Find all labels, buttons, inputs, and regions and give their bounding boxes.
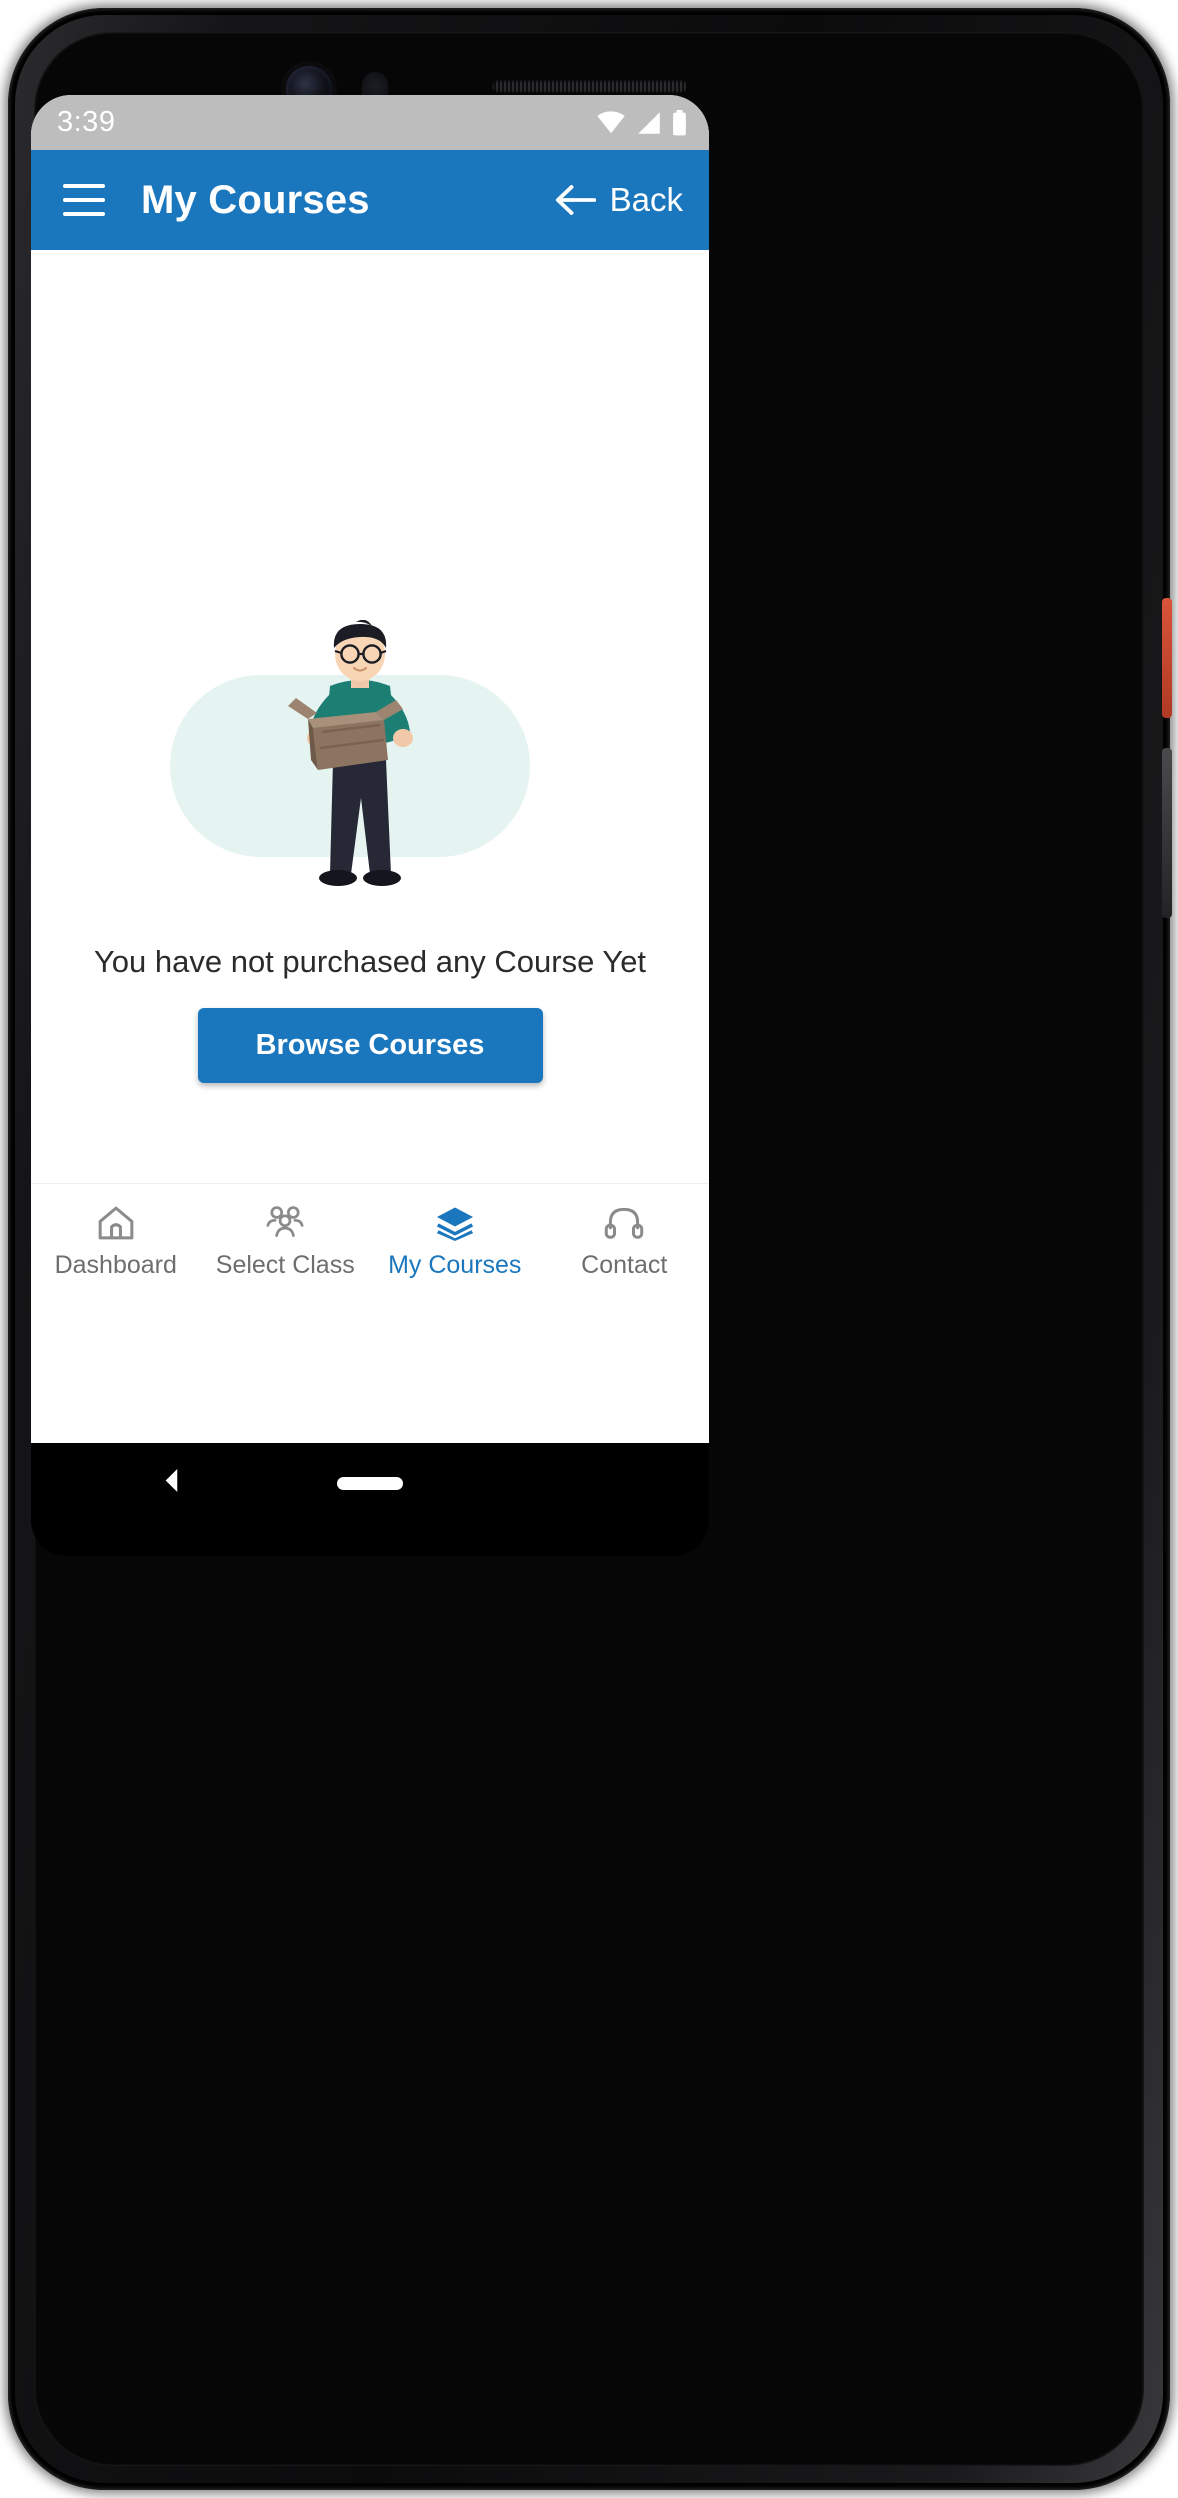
- battery-icon: [673, 109, 686, 135]
- main-content: You have not purchased any Course Yet Br…: [31, 250, 709, 1299]
- empty-state-message: You have not purchased any Course Yet: [93, 944, 647, 979]
- layers-icon: [434, 1204, 476, 1242]
- people-group-icon: [264, 1204, 306, 1242]
- back-button[interactable]: Back: [554, 181, 683, 219]
- app-bar: My Courses Back: [31, 150, 709, 250]
- home-icon: [95, 1204, 137, 1242]
- nav-label-select-class: Select Class: [215, 1250, 355, 1279]
- page-title: My Courses: [141, 177, 370, 222]
- volume-button[interactable]: [1162, 598, 1172, 718]
- screen-bottom-mask: [31, 1520, 709, 1556]
- phone-screen: 3:39 My Courses Back You have not purcha…: [31, 95, 709, 1443]
- nav-item-dashboard[interactable]: Dashboard: [31, 1184, 201, 1299]
- browse-courses-button[interactable]: Browse Courses: [197, 1008, 543, 1083]
- earpiece-speaker: [492, 80, 688, 93]
- status-bar: 3:39: [31, 95, 709, 150]
- home-pill-indicator[interactable]: [337, 1476, 403, 1490]
- wifi-icon: [597, 110, 625, 133]
- bottom-navigation-bar: Dashboard Select Class My Courses Contac…: [31, 1183, 709, 1299]
- nav-label-contact: Contact: [581, 1250, 668, 1279]
- cellular-signal-icon: [638, 111, 660, 134]
- arrow-left-icon: [555, 185, 596, 215]
- headset-icon: [603, 1204, 645, 1242]
- nav-item-my-courses[interactable]: My Courses: [370, 1184, 540, 1299]
- nav-label-dashboard: Dashboard: [54, 1250, 177, 1279]
- android-system-navigation: [31, 1443, 709, 1523]
- status-bar-icons: [596, 109, 687, 136]
- android-back-icon[interactable]: [161, 1467, 183, 1500]
- back-button-label: Back: [609, 181, 683, 218]
- nav-item-contact[interactable]: Contact: [540, 1184, 710, 1299]
- nav-label-my-courses: My Courses: [388, 1250, 522, 1279]
- nav-item-select-class[interactable]: Select Class: [201, 1184, 371, 1299]
- empty-box-person-illustration: [170, 619, 570, 920]
- hamburger-menu-icon[interactable]: [63, 184, 105, 216]
- power-button[interactable]: [1162, 748, 1172, 918]
- status-bar-time: 3:39: [57, 106, 116, 138]
